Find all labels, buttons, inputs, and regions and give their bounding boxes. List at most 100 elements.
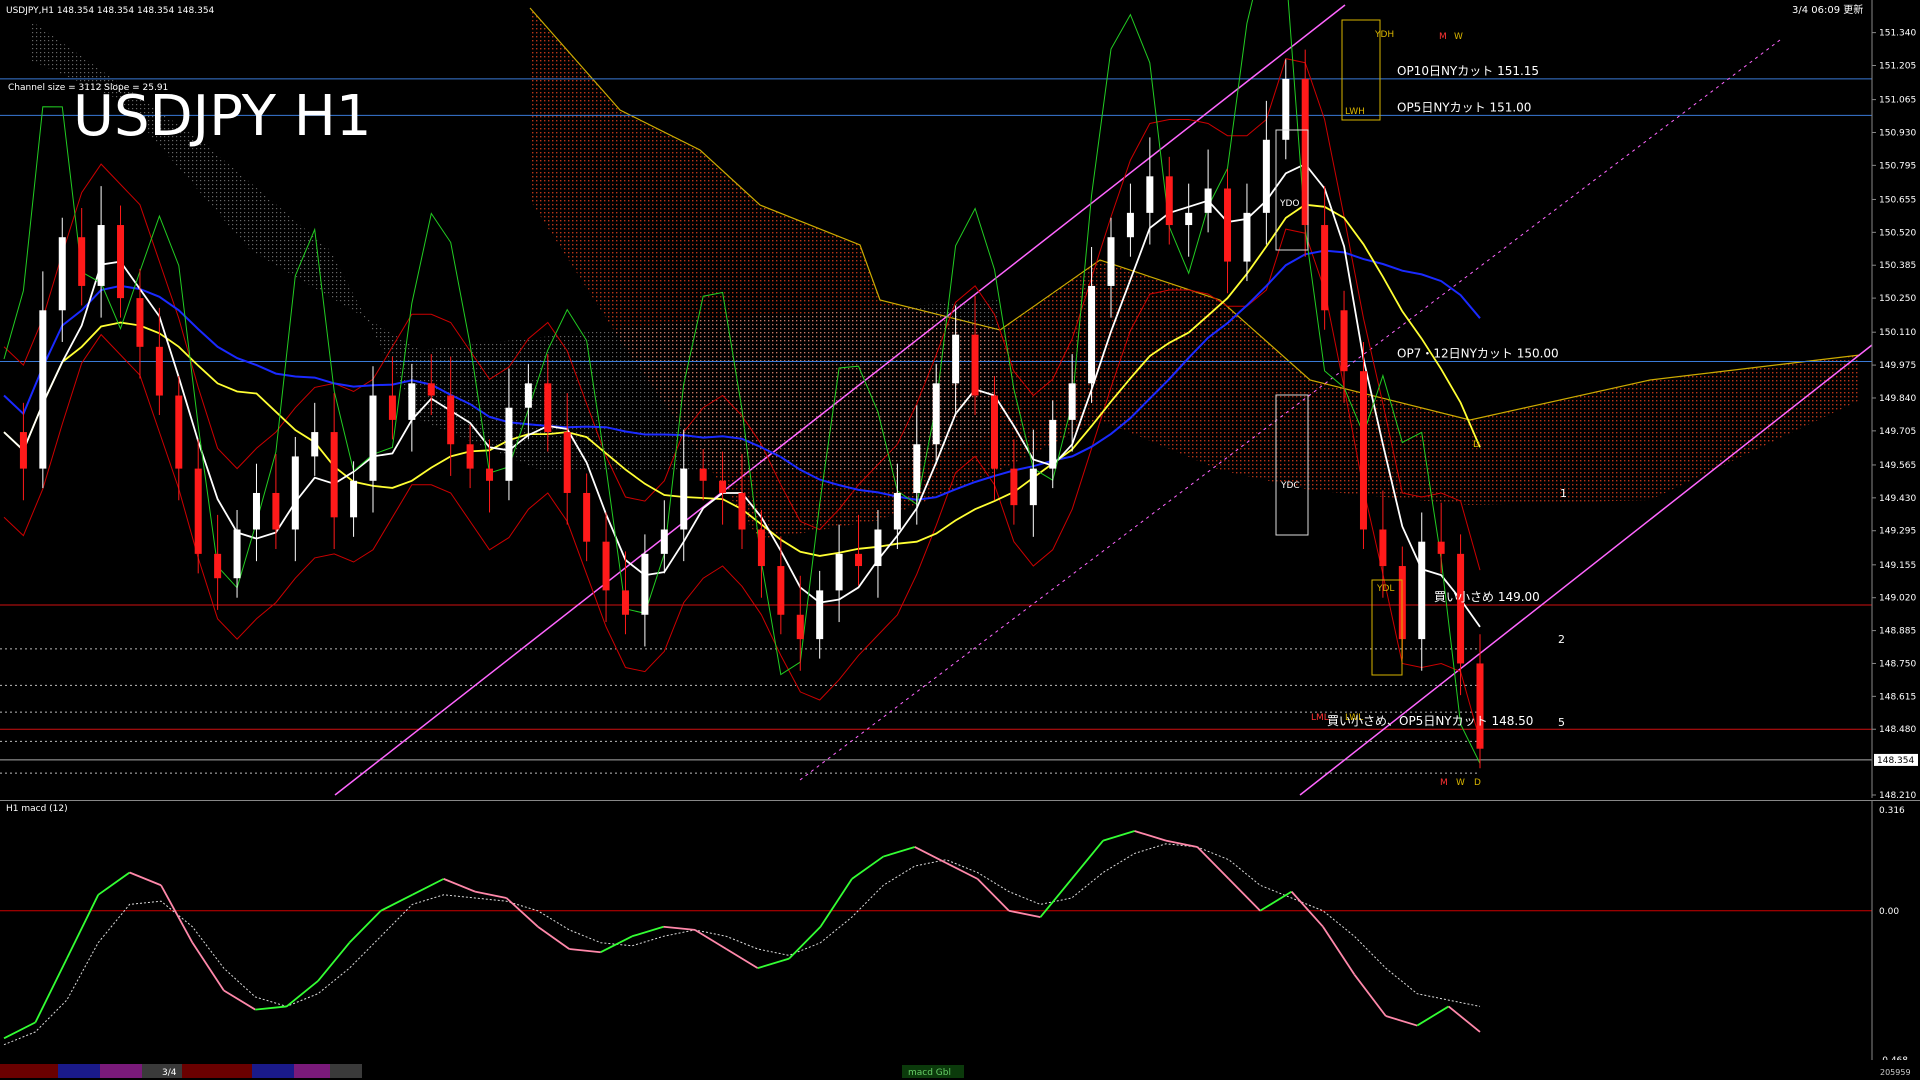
candle-body <box>233 529 241 579</box>
candle-body <box>913 444 921 493</box>
macd-segment <box>505 897 539 928</box>
box-label: D <box>1474 778 1481 788</box>
candle-body <box>699 468 707 481</box>
macd-segment <box>380 894 413 912</box>
macd-segment <box>663 925 695 931</box>
box-label: YDO <box>1279 199 1300 209</box>
candle-body <box>1321 225 1329 311</box>
candle-body <box>136 298 144 347</box>
candle-body <box>1359 371 1367 530</box>
macd-lines <box>0 800 1920 1046</box>
status-right: 205959 <box>1880 1068 1911 1077</box>
macd-axis-label: 0.00 <box>1879 907 1899 917</box>
macd-segment <box>34 958 68 1023</box>
macd-segment <box>191 942 225 991</box>
axis-label: 148.615 <box>1879 692 1916 702</box>
candle-body <box>855 553 863 567</box>
candle-body <box>272 492 280 530</box>
candle-body <box>1262 139 1270 213</box>
macd-segment <box>819 878 853 928</box>
candle-body <box>330 432 338 518</box>
candle-body <box>1088 285 1096 384</box>
macd-segment <box>757 957 790 970</box>
axis-label: 151.340 <box>1879 29 1916 39</box>
candle-body <box>1107 237 1115 286</box>
macd-panel[interactable]: 0.316 0.00 -0.468 H1 macd (12) <box>0 800 1920 1060</box>
candle-body <box>971 334 979 396</box>
axis-label: 150.385 <box>1879 261 1916 271</box>
tab-strip-purple[interactable] <box>100 1064 142 1078</box>
tab-strip-red[interactable] <box>0 1064 58 1078</box>
macd-segment <box>725 948 759 969</box>
current-price-label: 148.354 <box>1877 756 1914 766</box>
axis-label: 150.655 <box>1879 195 1916 205</box>
channel-number: 5 <box>1558 716 1565 729</box>
box-label: M <box>1439 32 1447 42</box>
candle-body <box>486 468 494 481</box>
price-chart[interactable]: YDHLWHYDOYDCYDLLWLLMLM WDM W D OP10日NYカット 1… <box>0 0 1920 800</box>
candle-body <box>796 614 804 640</box>
macd-segment <box>631 925 664 938</box>
macd-segment <box>788 926 822 960</box>
candle-body <box>583 492 591 542</box>
axis-label: 149.430 <box>1879 494 1916 504</box>
candle-body <box>1029 468 1037 506</box>
tab-strip-gray2[interactable] <box>330 1064 362 1078</box>
axis-label: 149.295 <box>1879 527 1916 537</box>
macd-segment <box>1008 909 1041 919</box>
macd-segment <box>537 925 570 950</box>
macd-segment <box>255 1005 287 1011</box>
macd-segment <box>1134 830 1167 842</box>
tab-strip-purple2[interactable] <box>294 1064 330 1078</box>
macd-segment <box>223 989 256 1011</box>
candle-body <box>1224 188 1232 262</box>
macd-segment <box>286 980 319 1008</box>
candle-body <box>952 334 960 384</box>
update-time: 3/4 06:09 更新 <box>1792 3 1863 16</box>
level-label: 買い小さめ、OP5日NYカット 148.50 <box>1327 714 1533 728</box>
box-label: YDL <box>1376 584 1394 594</box>
tab-strip-blue2[interactable] <box>252 1064 294 1078</box>
axis-label: 148.885 <box>1879 627 1916 637</box>
tab-strip-blue[interactable] <box>58 1064 100 1078</box>
candle-body <box>97 225 105 286</box>
axis-label: 149.975 <box>1879 361 1916 371</box>
candle-body <box>117 225 125 299</box>
box-label: W <box>1456 778 1465 788</box>
candle-body <box>874 529 882 567</box>
axis-label: 150.930 <box>1879 128 1916 138</box>
box-label: W <box>1454 32 1463 42</box>
candle-body <box>1476 663 1484 749</box>
axis-label: 148.480 <box>1879 725 1916 735</box>
candle-body <box>816 590 824 640</box>
macd-axis-label: -0.468 <box>1879 1056 1908 1060</box>
axis-label: 150.520 <box>1879 228 1916 238</box>
candle-body <box>1282 78 1290 140</box>
macd-segment <box>1416 1005 1450 1027</box>
macd-segment <box>600 935 633 954</box>
candle-body <box>1243 212 1251 262</box>
macd-segment <box>129 871 162 887</box>
tab-strip-red2[interactable] <box>182 1064 252 1078</box>
axis-label: 148.750 <box>1879 659 1916 669</box>
channel-number: 1 <box>1560 487 1567 500</box>
candle-body <box>777 566 785 615</box>
candle-body <box>19 432 27 469</box>
macd-segment <box>66 894 100 959</box>
candle-body <box>252 492 260 530</box>
box-label: YDH <box>1374 30 1394 40</box>
macd-segment <box>3 1021 36 1040</box>
date-tab-label: 3/4 <box>162 1068 177 1078</box>
candle-body <box>1457 553 1465 664</box>
macd-segment <box>1290 891 1324 928</box>
macd-segment <box>1353 973 1387 1017</box>
macd-segment <box>1322 926 1356 976</box>
candle-body <box>932 383 940 445</box>
candle-body <box>1126 212 1134 238</box>
candle-body <box>311 432 319 457</box>
channel-number: 2 <box>1558 633 1565 646</box>
candle-body <box>1185 212 1193 226</box>
candle-body <box>602 541 610 591</box>
macd-segment <box>1259 890 1293 912</box>
axis-label: 149.020 <box>1879 594 1916 604</box>
